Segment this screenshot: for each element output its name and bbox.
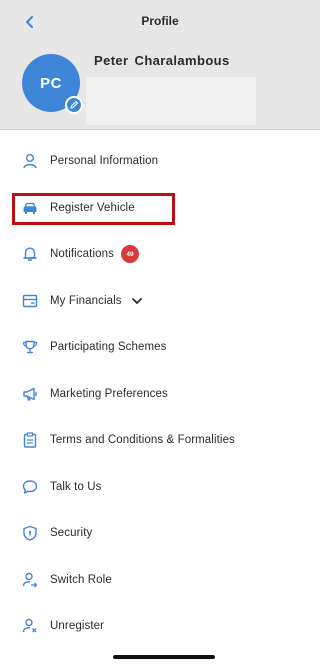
remove-user-icon [22, 619, 37, 633]
pencil-icon [70, 100, 79, 109]
person-icon [23, 154, 37, 169]
chat-bubble-icon [22, 480, 38, 494]
clipboard-icon [23, 432, 37, 448]
shield-icon [23, 526, 37, 541]
trophy-icon [22, 341, 38, 354]
menu-item-switch-role[interactable]: Switch Role [0, 557, 320, 604]
expand-button[interactable] [131, 295, 143, 307]
menu-item-security[interactable]: Security [0, 510, 320, 557]
menu-item-unregister[interactable]: Unregister [0, 603, 320, 650]
profile-name: Peter Charalambous [94, 53, 230, 68]
page-title: Profile [141, 14, 179, 28]
menu-item-label: My Financials [50, 294, 122, 307]
menu-item-label: Marketing Preferences [50, 387, 168, 400]
megaphone-icon [23, 387, 37, 401]
highlight-box [12, 193, 175, 225]
profile-header: Profile PC Peter Charalambous [0, 0, 320, 130]
switch-user-icon [22, 572, 38, 588]
menu-item-label: Unregister [50, 620, 105, 633]
menu-item-label: Personal Information [50, 155, 159, 168]
menu-item-personal-information[interactable]: Personal Information [0, 138, 320, 185]
menu-item-label: Notifications [50, 248, 114, 261]
menu-item-label: Security [50, 527, 93, 540]
avatar[interactable]: PC [22, 54, 83, 114]
menu-item-talk-to-us[interactable]: Talk to Us [0, 464, 320, 511]
menu-item-label: Talk to Us [50, 480, 102, 493]
menu-item-marketing-preferences[interactable]: Marketing Preferences [0, 371, 320, 418]
chevron-down-icon [132, 297, 142, 304]
profile-details-box [86, 77, 256, 125]
menu-item-terms-and-conditions[interactable]: Terms and Conditions & Formalities [0, 417, 320, 464]
bell-icon [23, 247, 37, 261]
menu-item-label: Switch Role [50, 573, 112, 586]
menu-item-notifications[interactable]: Notifications 49 [0, 231, 320, 278]
edit-avatar-button[interactable] [65, 96, 83, 114]
menu-item-my-financials[interactable]: My Financials [0, 278, 320, 325]
notification-count-badge: 49 [121, 245, 139, 264]
menu-item-label: Participating Schemes [50, 341, 167, 354]
wallet-icon [22, 294, 38, 307]
menu-item-label: Terms and Conditions & Formalities [50, 434, 235, 447]
home-indicator[interactable] [113, 655, 215, 659]
avatar-initials: PC [40, 74, 62, 92]
menu-item-participating-schemes[interactable]: Participating Schemes [0, 324, 320, 371]
